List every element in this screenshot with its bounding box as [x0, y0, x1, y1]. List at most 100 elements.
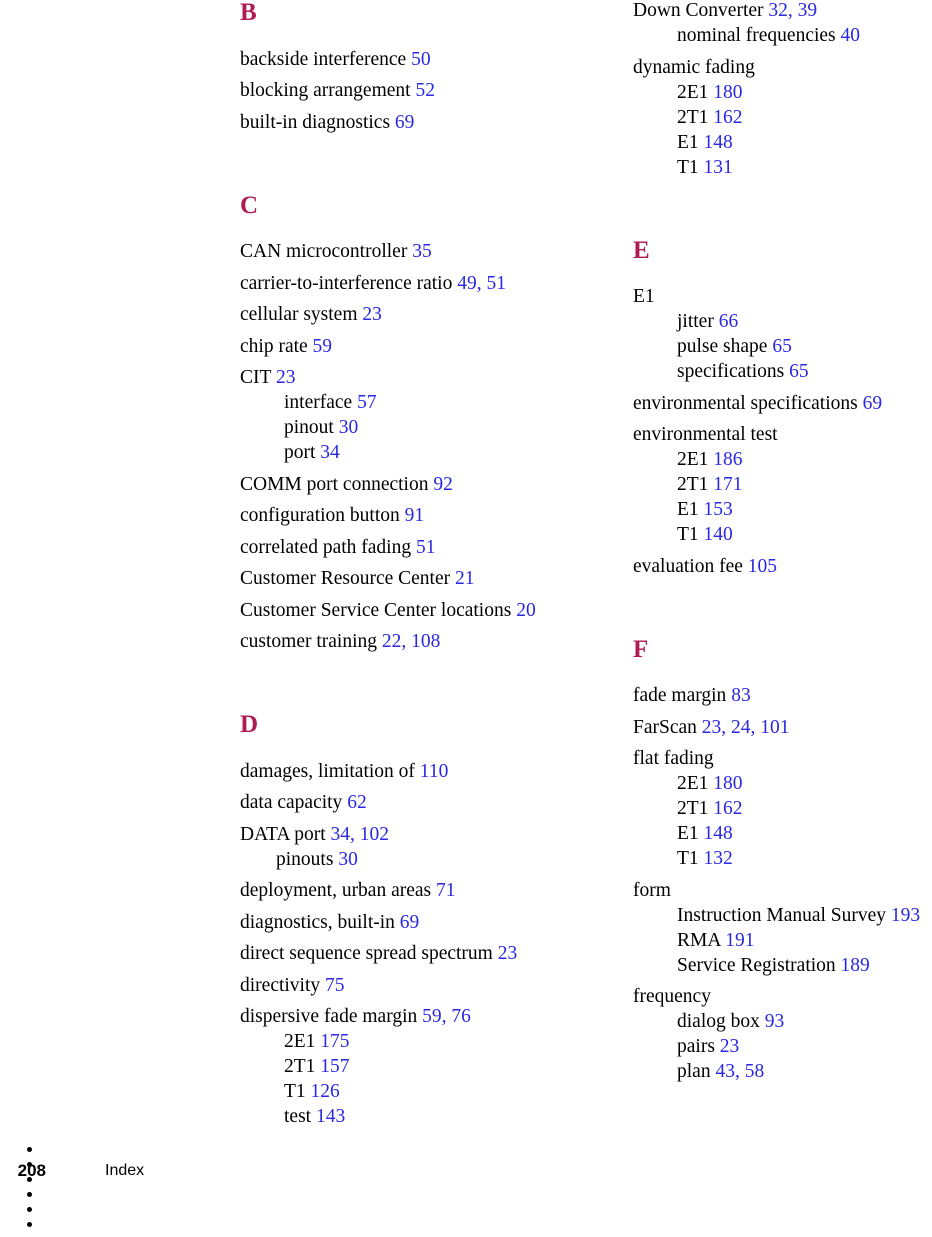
index-page-reference[interactable]: 22, 108 — [382, 631, 441, 652]
index-page-reference[interactable]: 140 — [704, 524, 733, 545]
index-page-reference[interactable]: 148 — [704, 132, 733, 153]
index-subentry: 2T1 171 — [677, 474, 932, 495]
index-page-reference[interactable]: 110 — [420, 761, 449, 782]
index-page-reference[interactable]: 131 — [704, 157, 733, 178]
index-page-reference[interactable]: 59, 76 — [422, 1006, 471, 1027]
index-page-reference[interactable]: 59 — [313, 336, 333, 357]
index-entry-term: T1 — [284, 1081, 306, 1102]
index-page-reference[interactable]: 50 — [411, 49, 431, 70]
index-page-reference[interactable]: 186 — [713, 449, 742, 470]
index-entry-term: jitter — [677, 311, 714, 332]
footer-dot — [27, 1162, 32, 1167]
index-entry-term: form — [633, 879, 671, 901]
index-subentry: pulse shape 65 — [677, 336, 932, 357]
index-entry-term: cellular system — [240, 304, 358, 325]
index-page-reference[interactable]: 180 — [713, 773, 742, 794]
index-page-reference[interactable]: 153 — [704, 499, 733, 520]
index-page-reference[interactable]: 171 — [713, 474, 742, 495]
index-entry-term: E1 — [677, 131, 699, 153]
index-subentry: pinouts 30 — [276, 849, 590, 870]
index-entry: cellular system 23 — [240, 304, 590, 325]
index-page-reference[interactable]: 65 — [772, 336, 792, 357]
index-page-reference[interactable]: 66 — [719, 311, 739, 332]
index-page-reference[interactable]: 75 — [325, 975, 345, 996]
index-entry-term: CIT — [240, 367, 272, 388]
index-page-reference[interactable]: 91 — [405, 505, 425, 526]
index-page-reference[interactable]: 193 — [891, 905, 920, 926]
index-page-reference[interactable]: 23 — [362, 304, 382, 325]
index-subentry: plan 43, 58 — [677, 1061, 932, 1082]
index-page-reference[interactable]: 34, 102 — [331, 824, 390, 845]
index-entry: environmental test — [633, 424, 932, 445]
index-entry-term: blocking arrangement — [240, 80, 411, 101]
index-page-reference[interactable]: 57 — [357, 392, 377, 413]
index-entry: CIT 23 — [240, 367, 590, 388]
index-subentry: RMA 191 — [677, 930, 932, 951]
index-page-reference[interactable]: 175 — [320, 1031, 349, 1052]
index-subentry: 2T1 162 — [677, 798, 932, 819]
index-page-reference[interactable]: 71 — [436, 880, 456, 901]
index-page-reference[interactable]: 23 — [498, 943, 518, 964]
index-page-reference[interactable]: 69 — [400, 912, 420, 933]
index-page-reference[interactable]: 83 — [731, 685, 751, 706]
index-page-reference[interactable]: 191 — [725, 930, 754, 951]
index-entry-term: configuration button — [240, 505, 400, 526]
index-page-reference[interactable]: 51 — [416, 537, 436, 558]
index-entry-term: 2T1 — [677, 798, 709, 819]
index-entry-term: deployment, urban areas — [240, 880, 432, 901]
index-page-reference[interactable]: 189 — [841, 955, 870, 976]
index-entry-term: data capacity — [240, 792, 343, 813]
index-page-reference[interactable]: 49, 51 — [457, 273, 506, 294]
index-entry-term: test — [284, 1106, 312, 1127]
index-entry-term: pinouts — [276, 848, 334, 870]
index-page-reference[interactable]: 143 — [316, 1106, 345, 1127]
index-page-reference[interactable]: 40 — [841, 25, 861, 46]
index-entry-term: environmental specifications — [633, 392, 858, 414]
index-entry-term: built-in diagnostics — [240, 111, 391, 133]
index-page-reference[interactable]: 20 — [516, 600, 536, 621]
index-page-reference[interactable]: 93 — [765, 1011, 785, 1032]
index-page-reference[interactable]: 162 — [713, 107, 742, 128]
index-page-reference[interactable]: 69 — [863, 393, 883, 414]
index-page-reference[interactable]: 23 — [276, 367, 296, 388]
index-subentry: 2E1 186 — [677, 449, 932, 470]
index-subentry: E1 148 — [677, 823, 932, 844]
index-page-reference[interactable]: 132 — [704, 848, 733, 869]
index-subentry: specifications 65 — [677, 361, 932, 382]
index-page-reference[interactable]: 126 — [311, 1081, 340, 1102]
index-page-reference[interactable]: 43, 58 — [715, 1061, 764, 1082]
index-subentry: Service Registration 189 — [677, 955, 932, 976]
index-subentry: 2E1 180 — [677, 773, 932, 794]
index-page-reference[interactable]: 180 — [713, 82, 742, 103]
index-entry-term: dispersive fade margin — [240, 1006, 418, 1027]
index-entry-term: 2T1 — [677, 106, 709, 128]
index-page-reference[interactable]: 148 — [704, 823, 733, 844]
index-entry-term: Customer Resource Center — [240, 568, 451, 589]
index-page-reference[interactable]: 62 — [347, 792, 367, 813]
index-page-reference[interactable]: 52 — [415, 80, 435, 101]
index-page-reference[interactable]: 35 — [412, 241, 432, 262]
index-page-reference[interactable]: 105 — [748, 556, 777, 577]
index-page-reference[interactable]: 162 — [713, 798, 742, 819]
index-page-reference[interactable]: 30 — [339, 417, 359, 438]
footer-dot — [27, 1192, 32, 1197]
index-entry: directivity 75 — [240, 975, 590, 996]
index-page-reference[interactable]: 34 — [320, 442, 340, 463]
index-page-reference[interactable]: 21 — [455, 568, 475, 589]
index-page-reference[interactable]: 30 — [338, 849, 358, 870]
index-page-reference[interactable]: 69 — [395, 112, 415, 133]
index-page-reference[interactable]: 157 — [320, 1056, 349, 1077]
index-entry-term: direct sequence spread spectrum — [240, 943, 493, 964]
index-page-reference[interactable]: 32, 39 — [768, 0, 817, 21]
index-page-reference[interactable]: 23, 24, 101 — [702, 717, 790, 738]
index-entry: E1 — [633, 286, 932, 307]
index-page-reference[interactable]: 23 — [720, 1036, 740, 1057]
index-entry-term: RMA — [677, 929, 721, 951]
index-page-reference[interactable]: 65 — [789, 361, 809, 382]
index-entry-term: correlated path fading — [240, 536, 412, 558]
index-page-reference[interactable]: 92 — [433, 474, 453, 495]
letter-heading-c: C — [240, 191, 259, 219]
index-entry: Down Converter 32, 39 — [633, 0, 932, 21]
